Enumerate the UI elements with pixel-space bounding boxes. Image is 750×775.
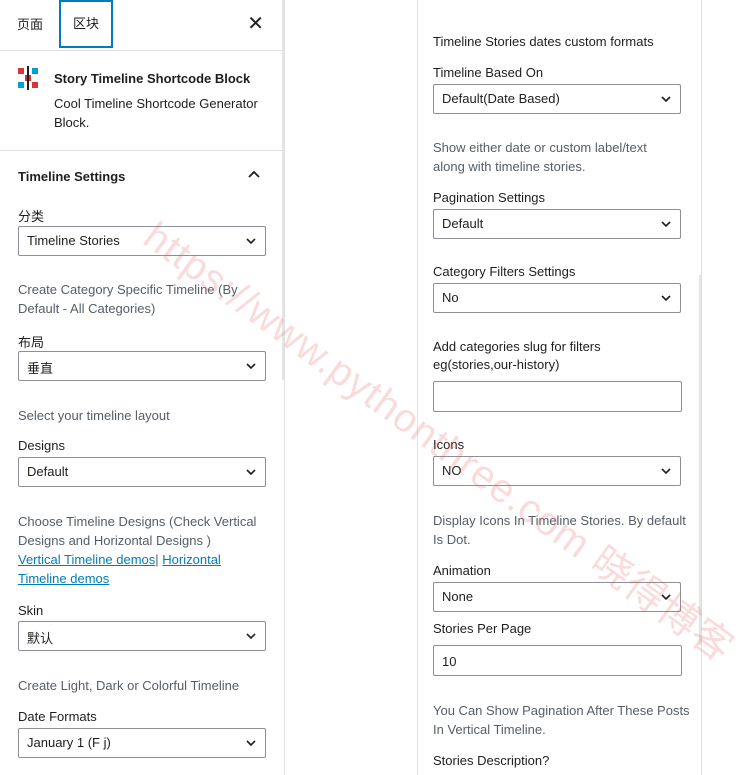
designs-label: Designs: [18, 438, 65, 453]
category-label: 分类: [18, 209, 45, 224]
date-formats-value: January 1 (F j): [27, 735, 111, 750]
layout-help: Select your timeline layout: [18, 408, 170, 423]
icons-select[interactable]: NO: [433, 456, 681, 486]
tab-page[interactable]: 页面: [17, 0, 43, 48]
block-description: Cool Timeline Shortcode Generator Block.: [54, 96, 258, 130]
chevron-down-icon: [661, 96, 671, 103]
icons-help: Display Icons In Timeline Stories. By de…: [433, 513, 686, 547]
category-filters-select[interactable]: No: [433, 283, 681, 313]
chevron-down-icon: [246, 238, 256, 245]
slug-input[interactable]: [433, 381, 682, 412]
animation-select[interactable]: None: [433, 582, 681, 612]
vertical-demo-link[interactable]: Vertical Timeline demos: [18, 552, 155, 567]
chevron-down-icon: [661, 221, 671, 228]
timeline-settings-panel-toggle[interactable]: Timeline Settings: [0, 151, 284, 201]
dates-help: Timeline Stories dates custom formats: [433, 34, 654, 49]
layout-label: 布局: [18, 335, 45, 350]
skin-help: Create Light, Dark or Colorful Timeline: [18, 678, 240, 693]
date-formats-label: Date Formats: [18, 709, 97, 724]
icons-value: NO: [442, 463, 462, 478]
skin-label: Skin: [18, 603, 44, 618]
stories-per-page-input[interactable]: 10: [433, 645, 682, 676]
animation-label: Animation: [433, 563, 491, 578]
designs-help-text: Choose Timeline Designs (Check Vertical …: [18, 514, 257, 548]
category-help: Create Category Specific Timeline (By De…: [18, 282, 238, 316]
link-separator: |: [155, 552, 159, 567]
timeline-block-icon: [18, 66, 40, 90]
slug-label: Add categories slug for filters eg(stori…: [433, 339, 601, 372]
pagination-value: Default: [442, 216, 484, 231]
icons-label: Icons: [433, 437, 465, 452]
chevron-down-icon: [661, 468, 671, 475]
chevron-down-icon: [246, 363, 256, 370]
chevron-down-icon: [246, 740, 256, 747]
chevron-down-icon: [246, 469, 256, 476]
based-on-select[interactable]: Default(Date Based): [433, 84, 681, 114]
category-filters-value: No: [442, 290, 459, 305]
animation-value: None: [442, 589, 474, 604]
category-select[interactable]: Timeline Stories: [18, 226, 266, 256]
based-on-label: Timeline Based On: [433, 65, 544, 80]
stories-per-page-value: 10: [442, 654, 457, 669]
category-value: Timeline Stories: [27, 233, 120, 248]
category-filters-label: Category Filters Settings: [433, 264, 576, 279]
chevron-down-icon: [661, 594, 671, 601]
based-on-help: Show either date or custom label/text al…: [433, 140, 647, 174]
sidebar-tabs: 页面 区块 ✕: [0, 0, 284, 51]
based-on-value: Default(Date Based): [442, 91, 560, 106]
skin-value: 默认: [27, 631, 54, 646]
close-icon[interactable]: ✕: [247, 12, 264, 36]
right-scrollbar[interactable]: [699, 275, 701, 645]
tab-block[interactable]: 区块: [59, 0, 113, 48]
chevron-down-icon: [661, 295, 671, 302]
designs-value: Default: [27, 464, 69, 479]
skin-select[interactable]: 默认: [18, 621, 266, 651]
designs-select[interactable]: Default: [18, 457, 266, 487]
chevron-down-icon: [246, 633, 256, 640]
stories-description-label: Stories Description?: [433, 753, 550, 768]
panel-title: Timeline Settings: [18, 169, 126, 184]
left-scrollbar[interactable]: [282, 0, 284, 380]
designs-help: Choose Timeline Designs (Check Vertical …: [18, 512, 263, 588]
block-inspector-sidebar: 页面 区块 ✕ Story Timeline Shortcode Block C…: [0, 0, 285, 775]
stories-per-page-help: You Can Show Pagination After These Post…: [433, 703, 690, 737]
block-title: Story Timeline Shortcode Block: [54, 71, 251, 86]
layout-select[interactable]: 垂直: [18, 351, 266, 381]
chevron-up-icon: [248, 169, 260, 181]
pagination-select[interactable]: Default: [433, 209, 681, 239]
stories-per-page-label: Stories Per Page: [433, 621, 532, 636]
pagination-label: Pagination Settings: [433, 190, 546, 205]
date-formats-select[interactable]: January 1 (F j): [18, 728, 266, 758]
layout-value: 垂直: [27, 361, 54, 376]
